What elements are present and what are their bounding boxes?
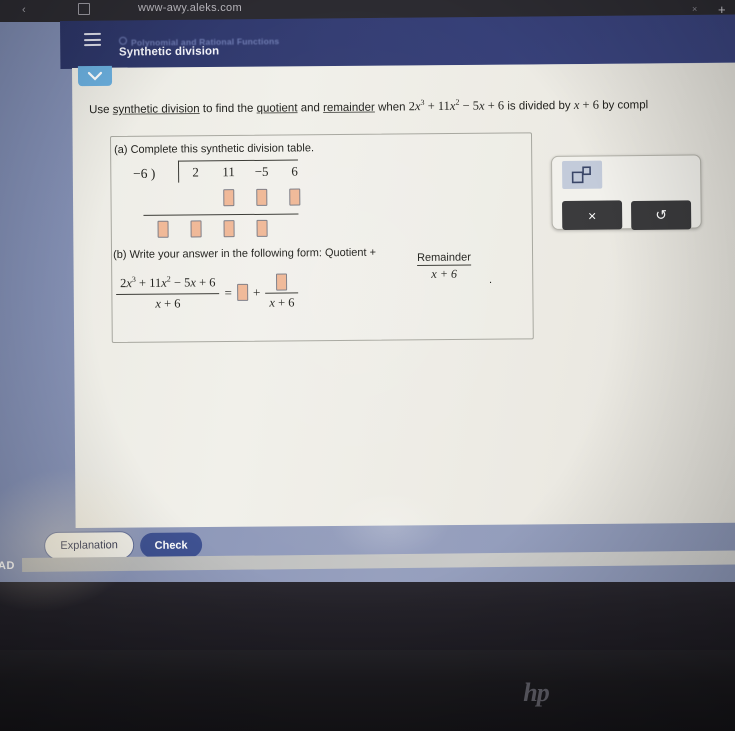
collapse-panel-button[interactable] [77, 65, 113, 87]
hamburger-icon[interactable] [83, 32, 102, 47]
part-b-label: (b) Write your answer in the following f… [113, 246, 377, 261]
clear-button[interactable]: × [562, 200, 623, 230]
stem-text-5: is divided by [504, 99, 574, 113]
synthetic-row-coefficients: 2 11 −5 6 [179, 163, 311, 180]
given-fraction: 2x3 + 11x2 − 5x + 6 x + 6 [116, 275, 220, 312]
chevron-down-icon [87, 71, 103, 81]
stem-link-synthetic-division[interactable]: synthetic division [113, 103, 200, 116]
check-button[interactable]: Check [140, 532, 203, 558]
ad-label: AD [0, 559, 15, 573]
product-cell-empty [179, 188, 212, 206]
part-a-label: (a) Complete this synthetic division tab… [114, 142, 315, 156]
result-input-cell[interactable] [245, 219, 278, 237]
result-input-cell[interactable] [179, 219, 212, 238]
stem-text-6: by compl [598, 99, 649, 112]
answer-input-box[interactable] [223, 219, 235, 237]
explanation-button[interactable]: Explanation [44, 531, 135, 560]
page-title: Synthetic division [118, 45, 220, 59]
sentence-period: . [489, 274, 493, 286]
tab-favicon-placeholder-icon [78, 3, 90, 15]
tab-scroll-left-icon[interactable]: ‹ [22, 4, 26, 16]
remainder-over-divisor-fraction: Remainder x + 6 [417, 252, 471, 283]
exponent-box-icon[interactable] [562, 160, 603, 189]
remainder-input-box[interactable] [276, 273, 288, 291]
plus-sign: + [252, 284, 261, 300]
laptop-screen-photo: ‹ www-awy.aleks.com × + Polynomial and R… [0, 0, 735, 731]
stem-text-4: when [374, 101, 409, 114]
laptop-bezel [0, 650, 735, 731]
remainder-fraction: x + 6 [265, 273, 299, 310]
windows-taskbar: 🔍 Search [0, 582, 735, 650]
answer-input-box[interactable] [157, 220, 169, 238]
remainder-denominator-label: x + 6 [431, 266, 457, 281]
quotient-input-box[interactable] [236, 283, 248, 301]
product-input-cell[interactable] [245, 188, 278, 206]
remainder-fraction-denominator: x + 6 [269, 295, 295, 310]
undo-button[interactable]: ↺ [631, 200, 692, 230]
stem-polynomial: 2x3 + 11x2 − 5x + 6 [408, 97, 505, 114]
answer-input-box[interactable] [256, 219, 268, 237]
given-denominator: x + 6 [155, 296, 181, 311]
coefficient-cell: 11 [222, 164, 235, 180]
exponent-box-glyph-icon [571, 166, 591, 184]
coefficient-cell: −5 [254, 163, 269, 179]
hp-brand-logo: hp [523, 678, 549, 707]
coefficient-cell: 2 [192, 164, 199, 180]
breadcrumb-bullet-icon [118, 36, 128, 45]
stem-text-1: Use [89, 103, 113, 117]
coefficient-cell: 6 [291, 163, 298, 179]
given-numerator: 2x3 + 11x2 − 5x + 6 [120, 274, 216, 291]
fraction-bar [116, 292, 220, 295]
answer-input-box[interactable] [190, 219, 202, 238]
synthetic-row-results [146, 219, 278, 238]
product-input-cell[interactable] [212, 188, 245, 206]
stem-link-quotient[interactable]: quotient [257, 102, 298, 114]
close-tab-icon[interactable]: × [692, 4, 697, 14]
answer-input-box[interactable] [256, 188, 268, 206]
answer-input-box[interactable] [289, 188, 301, 206]
equals-sign: = [224, 284, 232, 300]
fraction-bar [265, 292, 299, 294]
remainder-numerator-label: Remainder [417, 251, 471, 264]
stem-text-2: to find the [199, 102, 257, 116]
stem-link-remainder[interactable]: remainder [323, 102, 375, 114]
part-b-equation: 2x3 + 11x2 − 5x + 6 x + 6 = + x + 6 [116, 273, 299, 312]
result-input-cell[interactable] [146, 220, 179, 238]
synthetic-divisor: −6 ) [133, 165, 156, 181]
result-input-cell[interactable] [212, 219, 245, 237]
stem-divisor: x + 6 [573, 97, 600, 112]
stem-text-3: and [297, 102, 324, 115]
synthetic-row-products [179, 187, 311, 206]
answer-input-box[interactable] [223, 188, 235, 206]
product-input-cell[interactable] [278, 187, 311, 206]
remainder-input-cell[interactable] [265, 273, 298, 291]
address-bar-url[interactable]: www-awy.aleks.com [138, 2, 242, 14]
